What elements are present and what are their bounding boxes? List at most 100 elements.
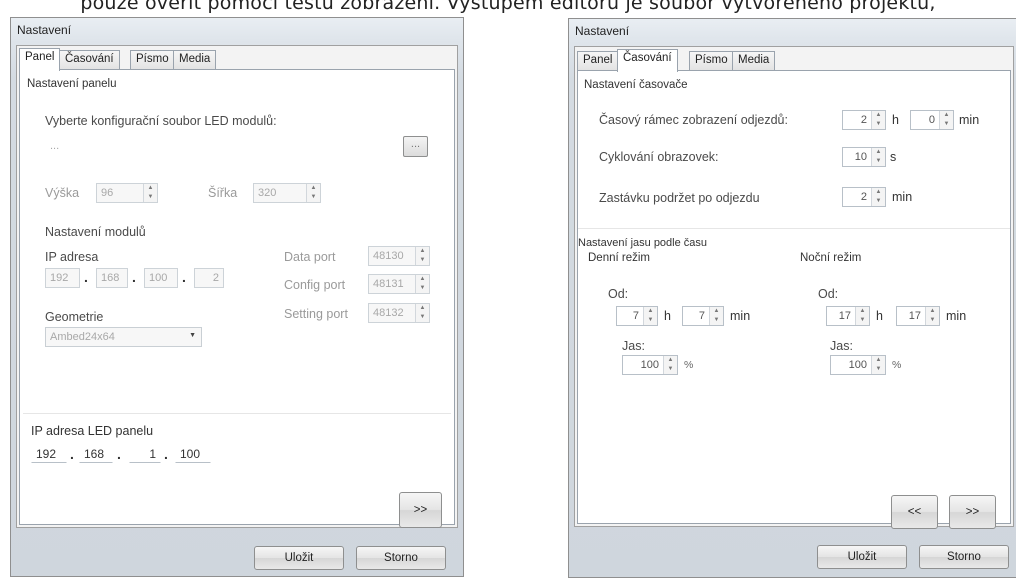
spin-arrows-icon[interactable]: ▲ ▼ [871,356,885,374]
config-file-field[interactable]: ... [45,136,395,156]
timeframe-minutes-spinner[interactable]: 0 ▲ ▼ [910,110,954,130]
day-from-hours-spinner[interactable]: 7 ▲ ▼ [616,306,658,326]
ip-dot: . [164,446,168,462]
tab-font[interactable]: Písmo [689,51,734,71]
geometry-combo[interactable]: Ambed24x64 ▼ [45,327,202,347]
spin-arrows-icon[interactable]: ▲ ▼ [925,307,939,325]
ip-dot: . [132,269,136,285]
hold-value: 2 [860,191,867,203]
hold-minutes-unit: min [892,190,913,204]
spin-arrows-icon[interactable]: ▲ ▼ [415,247,429,265]
settings-window-panel: Nastavení Panel Časování Písmo Media Nas… [10,17,464,577]
data-port-label: Data port [284,250,336,264]
title-bar[interactable]: Nastavení [569,19,1016,45]
ip-octet-3[interactable]: 100 [144,268,178,288]
document-text: pouze ověřit pomocí testu zobrazení. Výs… [80,0,936,14]
config-port-spinner[interactable]: 48131 ▲ ▼ [368,274,430,294]
module-settings-heading: Nastavení modulů [45,225,146,239]
save-button[interactable]: Uložit [254,546,344,570]
night-mode-heading: Noční režim [800,252,862,264]
cycle-label: Cyklování obrazovek: [599,150,719,164]
ip-dot: . [84,269,88,285]
day-from-minutes-value: 7 [698,310,705,322]
day-mode-heading: Denní režim [588,252,650,264]
tab-control: Panel Časování Písmo Media Nastavení čas… [574,46,1014,529]
led-ip-label: IP adresa LED panelu [31,424,154,438]
window-title: Nastavení [17,23,72,37]
tab-panel[interactable]: Panel [577,51,619,71]
prev-button[interactable]: << [891,495,938,529]
spin-arrows-icon[interactable]: ▲ ▼ [143,184,157,202]
night-from-hours-value: 17 [838,310,851,322]
minutes-unit: min [959,113,980,127]
spin-arrows-icon[interactable]: ▲ ▼ [306,184,320,202]
settings-window-timing: Nastavení Panel Časování Písmo Media Nas… [568,18,1016,578]
cycle-spinner[interactable]: 10 ▲ ▼ [842,147,886,167]
spin-arrows-icon[interactable]: ▲ ▼ [415,275,429,293]
minutes-unit: min [730,309,751,323]
ip-octet-2[interactable]: 168 [96,268,128,288]
led-ip-octet-4[interactable]: 100 [175,443,211,463]
tab-media[interactable]: Media [173,50,217,70]
height-spinner[interactable]: 96 ▲ ▼ [96,183,158,203]
day-from-hours-value: 7 [632,310,639,322]
timer-settings-heading: Nastavení časovače [584,79,688,91]
seconds-unit: s [890,150,897,164]
spin-arrows-icon[interactable]: ▲ ▼ [709,307,723,325]
config-file-label: Vyberte konfigurační soubor LED modulů: [45,114,277,128]
day-brightness-spinner[interactable]: 100 ▲ ▼ [622,355,678,375]
night-brightness-label: Jas: [830,339,853,353]
hours-unit: h [892,113,899,127]
cancel-button[interactable]: Storno [356,546,446,570]
timing-tab-page: Nastavení časovače Časový rámec zobrazen… [577,70,1011,529]
hold-spinner[interactable]: 2 ▲ ▼ [842,187,886,207]
tab-timing[interactable]: Časování [59,50,120,70]
width-spinner[interactable]: 320 ▲ ▼ [253,183,321,203]
width-label: Šířka [208,186,238,200]
timeframe-hours-spinner[interactable]: 2 ▲ ▼ [842,110,886,130]
night-from-minutes-spinner[interactable]: 17 ▲ ▼ [896,306,940,326]
night-from-hours-spinner[interactable]: 17 ▲ ▼ [826,306,870,326]
tab-panel[interactable]: Panel [19,48,61,71]
geometry-value: Ambed24x64 [50,331,115,343]
setting-port-label: Setting port [284,307,348,321]
tab-media[interactable]: Media [732,51,776,71]
chevron-down-icon[interactable]: ▼ [189,332,196,339]
height-label: Výška [45,186,80,200]
ip-dot: . [117,446,121,462]
night-from-label: Od: [818,287,839,301]
spin-arrows-icon[interactable]: ▲ ▼ [855,307,869,325]
spin-arrows-icon[interactable]: ▲ ▼ [871,111,885,129]
geometry-label: Geometrie [45,310,104,324]
led-ip-octet-3[interactable]: 1 [129,443,161,463]
spin-arrows-icon[interactable]: ▲ ▼ [871,188,885,206]
night-brightness-spinner[interactable]: 100 ▲ ▼ [830,355,886,375]
spin-arrows-icon[interactable]: ▲ ▼ [643,307,657,325]
data-port-spinner[interactable]: 48130 ▲ ▼ [368,246,430,266]
spin-arrows-icon[interactable]: ▲ ▼ [663,356,677,374]
led-ip-octet-1[interactable]: 192 [31,443,67,463]
tab-font[interactable]: Písmo [130,50,175,70]
spin-arrows-icon[interactable]: ▲ ▼ [415,304,429,322]
led-ip-octet-2[interactable]: 168 [79,443,113,463]
next-button[interactable]: >> [949,495,996,529]
tab-timing[interactable]: Časování [617,49,678,72]
spin-arrows-icon[interactable]: ▲ ▼ [939,111,953,129]
timeframe-label: Časový rámec zobrazení odjezdů: [599,113,788,127]
spin-arrows-icon[interactable]: ▲ ▼ [871,148,885,166]
title-bar[interactable]: Nastavení [11,18,463,44]
hold-label: Zastávku podržet po odjezdu [599,191,760,205]
ip-octet-4[interactable]: 2 [194,268,224,288]
browse-button[interactable]: ... [403,136,428,157]
brightness-heading: Nastavení jasu podle času [578,237,708,249]
ip-octet-1[interactable]: 192 [45,268,80,288]
hours-unit: h [664,309,671,323]
setting-port-spinner[interactable]: 48132 ▲ ▼ [368,303,430,323]
cancel-button[interactable]: Storno [919,545,1009,569]
height-value: 96 [101,187,114,199]
next-button[interactable]: >> [399,492,442,528]
save-button[interactable]: Uložit [817,545,907,569]
day-from-minutes-spinner[interactable]: 7 ▲ ▼ [682,306,724,326]
timeframe-minutes-value: 0 [928,114,935,126]
ip-dot: . [182,269,186,285]
